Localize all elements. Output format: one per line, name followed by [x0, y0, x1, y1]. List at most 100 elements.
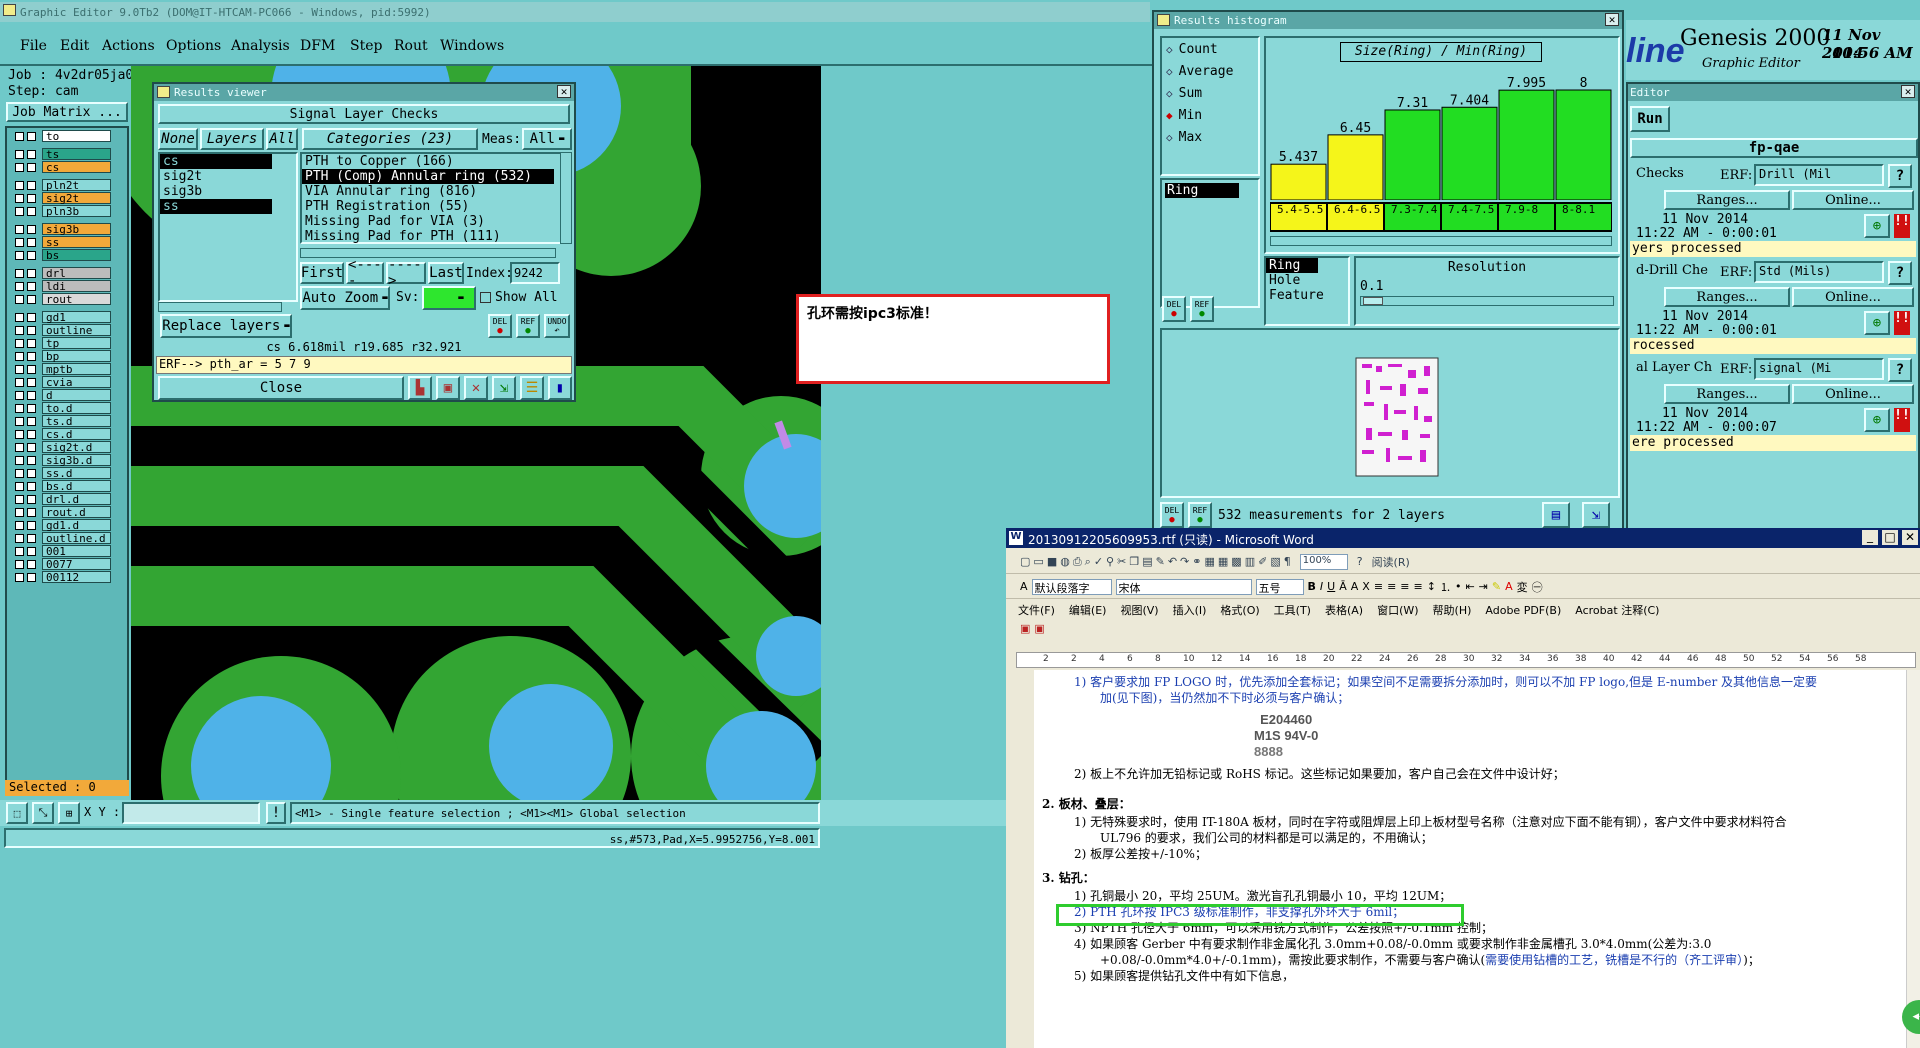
preview-icon[interactable]: ⌕	[1085, 555, 1091, 569]
layer-result-item[interactable]: cs	[160, 154, 272, 169]
category-list[interactable]: PTH to Copper (166) PTH (Comp) Annular ri…	[300, 152, 566, 244]
aggregate-option[interactable]: ◇ Max	[1162, 126, 1258, 148]
hist-ref-button[interactable]: REF ●	[1190, 296, 1214, 322]
layer-display-checkbox[interactable]	[27, 546, 36, 556]
layer-row[interactable]: gd1	[15, 311, 111, 324]
pan-tool-button[interactable]: ⬚	[6, 802, 28, 824]
hist-chart-button[interactable]: ▤	[1542, 502, 1570, 528]
layer-row[interactable]: 0077	[15, 558, 111, 571]
excel-icon[interactable]: ▩	[1231, 555, 1241, 568]
styles-icon[interactable]: A	[1020, 580, 1028, 593]
layer-row[interactable]: 001	[15, 545, 111, 558]
print-icon[interactable]: ⎙	[1073, 555, 1082, 569]
board-preview[interactable]	[1160, 328, 1620, 498]
histogram-icon[interactable]: ▮	[548, 376, 572, 400]
layer-display-checkbox[interactable]	[27, 559, 36, 569]
category-item[interactable]: PTH (Comp) Annular ring (532)	[302, 169, 554, 184]
permission-icon[interactable]: ◍	[1060, 555, 1070, 568]
layer-affected-checkbox[interactable]	[15, 546, 24, 556]
ranges-button[interactable]: Ranges...	[1664, 287, 1790, 307]
scale-icon[interactable]: X	[1362, 580, 1370, 593]
online-button[interactable]: Online...	[1792, 190, 1914, 210]
docmap-icon[interactable]: ▧	[1270, 555, 1280, 568]
histogram-bar[interactable]	[1327, 134, 1384, 201]
italic-icon[interactable]: I	[1320, 580, 1323, 593]
layer-affected-checkbox[interactable]	[15, 237, 24, 247]
graph-icon[interactable]: ▙	[408, 376, 432, 400]
layer-affected-checkbox[interactable]	[15, 481, 24, 491]
layer-affected-checkbox[interactable]	[15, 468, 24, 478]
word-menu-item[interactable]: Adobe PDF(B)	[1485, 604, 1561, 617]
layer-affected-checkbox[interactable]	[15, 193, 24, 203]
help-button[interactable]: ?	[1888, 261, 1912, 285]
layer-display-checkbox[interactable]	[27, 468, 36, 478]
layer-display-checkbox[interactable]	[27, 224, 36, 234]
layer-row[interactable]: 00112	[15, 571, 111, 584]
layer-affected-checkbox[interactable]	[15, 281, 24, 291]
auto-zoom-dropdown[interactable]: Auto Zoom ▬	[300, 286, 390, 310]
layer-affected-checkbox[interactable]	[15, 294, 24, 304]
shading-icon[interactable]: A	[1351, 580, 1359, 593]
word-menu-item[interactable]: 帮助(H)	[1433, 602, 1472, 618]
layer-affected-checkbox[interactable]	[15, 572, 24, 582]
layer-display-checkbox[interactable]	[27, 572, 36, 582]
sv-color-dropdown[interactable]: ▬	[422, 286, 476, 310]
zoom-tool-button[interactable]: ⤡	[32, 802, 54, 824]
border-icon[interactable]: Ā	[1339, 580, 1347, 593]
help-button[interactable]: ?	[1888, 164, 1912, 188]
layer-display-checkbox[interactable]	[27, 250, 36, 260]
histogram-bar[interactable]	[1384, 109, 1441, 201]
menu-rout[interactable]: Rout	[394, 38, 428, 54]
layer-affected-checkbox[interactable]	[15, 131, 24, 141]
menu-windows[interactable]: Windows	[440, 38, 504, 54]
histogram-bar[interactable]	[1498, 89, 1555, 201]
layer-display-checkbox[interactable]	[27, 268, 36, 278]
spell-icon[interactable]: ✓	[1094, 555, 1103, 568]
close-icon[interactable]: ✕	[557, 85, 571, 98]
field-value[interactable]: Ring	[1165, 183, 1239, 198]
layer-display-checkbox[interactable]	[27, 294, 36, 304]
layer-row[interactable]: drl.d	[15, 493, 111, 506]
category-item[interactable]: PTH Registration (55)	[302, 199, 564, 214]
histogram-bar[interactable]	[1555, 89, 1612, 201]
layer-affected-checkbox[interactable]	[15, 507, 24, 517]
close-button[interactable]: Close	[158, 376, 404, 400]
layer-affected-checkbox[interactable]	[15, 364, 24, 374]
layer-display-checkbox[interactable]	[27, 325, 36, 335]
group-by-item[interactable]: Ring	[1266, 258, 1318, 273]
ranges-button[interactable]: Ranges...	[1664, 190, 1790, 210]
erf-field[interactable]: signal (Mi	[1754, 358, 1884, 380]
layer-row[interactable]: sig3b.d	[15, 454, 111, 467]
minimize-icon[interactable]: _	[1862, 530, 1878, 545]
close-icon[interactable]: ✕	[1605, 13, 1619, 26]
word-vscrollbar[interactable]	[1906, 670, 1920, 1048]
layer-affected-checkbox[interactable]	[15, 533, 24, 543]
layers-button[interactable]: Layers	[200, 128, 264, 150]
layer-row[interactable]: ts.d	[15, 415, 111, 428]
bold-icon[interactable]: B	[1308, 580, 1316, 593]
table-icon[interactable]: ▦	[1218, 555, 1228, 568]
group-by-list[interactable]: Ring Hole Feature	[1264, 256, 1350, 326]
menu-step[interactable]: Step	[350, 38, 382, 54]
layer-display-checkbox[interactable]	[27, 429, 36, 439]
hist-del2-button[interactable]: DEL ●	[1160, 502, 1184, 528]
category-item[interactable]: PTH to Copper (166)	[302, 154, 564, 169]
undo-button[interactable]: UNDO ↶	[544, 314, 570, 338]
layer-display-checkbox[interactable]	[27, 206, 36, 216]
menu-actions[interactable]: Actions	[102, 38, 155, 54]
prev-button[interactable]: <----	[346, 257, 384, 289]
cut-icon[interactable]: ✂	[1117, 555, 1126, 568]
layer-display-checkbox[interactable]	[27, 494, 36, 504]
layer-row[interactable]: sig2t	[15, 192, 111, 205]
check-name[interactable]: d-Drill Che	[1636, 263, 1708, 278]
format-painter-icon[interactable]: ✎	[1156, 555, 1165, 568]
chart-hscrollbar[interactable]	[1270, 236, 1612, 246]
font-color-icon[interactable]: A	[1505, 580, 1513, 593]
layer-row[interactable]: to	[15, 130, 111, 143]
paste-icon[interactable]: ▤	[1142, 555, 1152, 568]
layer-affected-checkbox[interactable]	[15, 325, 24, 335]
layer-affected-checkbox[interactable]	[15, 403, 24, 413]
histogram-bar[interactable]	[1270, 163, 1327, 201]
category-item[interactable]: VIA Annular ring (816)	[302, 184, 564, 199]
maximize-icon[interactable]: □	[1882, 530, 1898, 545]
